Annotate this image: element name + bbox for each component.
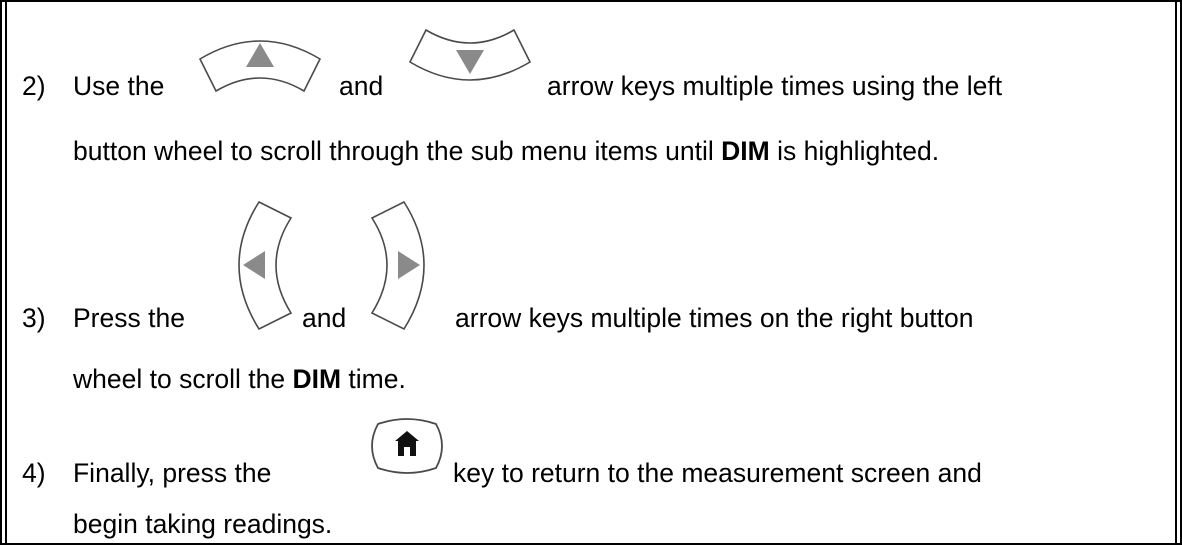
frame-right-border-inner <box>1175 0 1177 545</box>
step-3-text-e: time. <box>341 364 406 394</box>
step-2-line-2: button wheel to scroll through the sub m… <box>73 136 939 166</box>
step-2-text-c: arrow keys multiple times using the left <box>547 71 1003 101</box>
frame-top-border <box>0 0 1182 2</box>
step-3-number: 3) <box>22 303 46 333</box>
step-3-text-b: and <box>302 303 347 333</box>
step-4-number: 4) <box>22 458 46 488</box>
step-4-text-a: Finally, press the <box>73 458 272 488</box>
left-arrow-key-icon <box>238 200 293 331</box>
step-3-text-a: Press the <box>73 303 185 333</box>
step-2-text-e: is highlighted. <box>769 136 940 166</box>
step-2-text-d: button wheel to scroll through the sub m… <box>73 136 722 166</box>
step-2-text-a: Use the <box>73 71 165 101</box>
step-4-text-c: key to return to the measurement screen … <box>453 458 982 488</box>
right-arrow-key-icon <box>370 200 425 331</box>
step-3-text-d: wheel to scroll the <box>73 364 293 394</box>
home-key-icon <box>371 418 443 474</box>
step-4-line-2: begin taking readings. <box>73 509 333 539</box>
step-3-line-2: wheel to scroll the DIM time. <box>73 364 406 394</box>
frame-left-border-outer <box>0 0 2 545</box>
up-arrow-key-icon <box>198 40 322 93</box>
step-2-dim-bold: DIM <box>721 136 770 166</box>
frame-left-border-inner <box>5 0 7 545</box>
step-3-dim-bold: DIM <box>292 364 342 394</box>
step-2-text-b: and <box>339 71 384 101</box>
down-arrow-key-icon <box>408 28 532 81</box>
step-2-number: 2) <box>22 71 46 101</box>
step-3-text-c: arrow keys multiple times on the right b… <box>455 303 974 333</box>
